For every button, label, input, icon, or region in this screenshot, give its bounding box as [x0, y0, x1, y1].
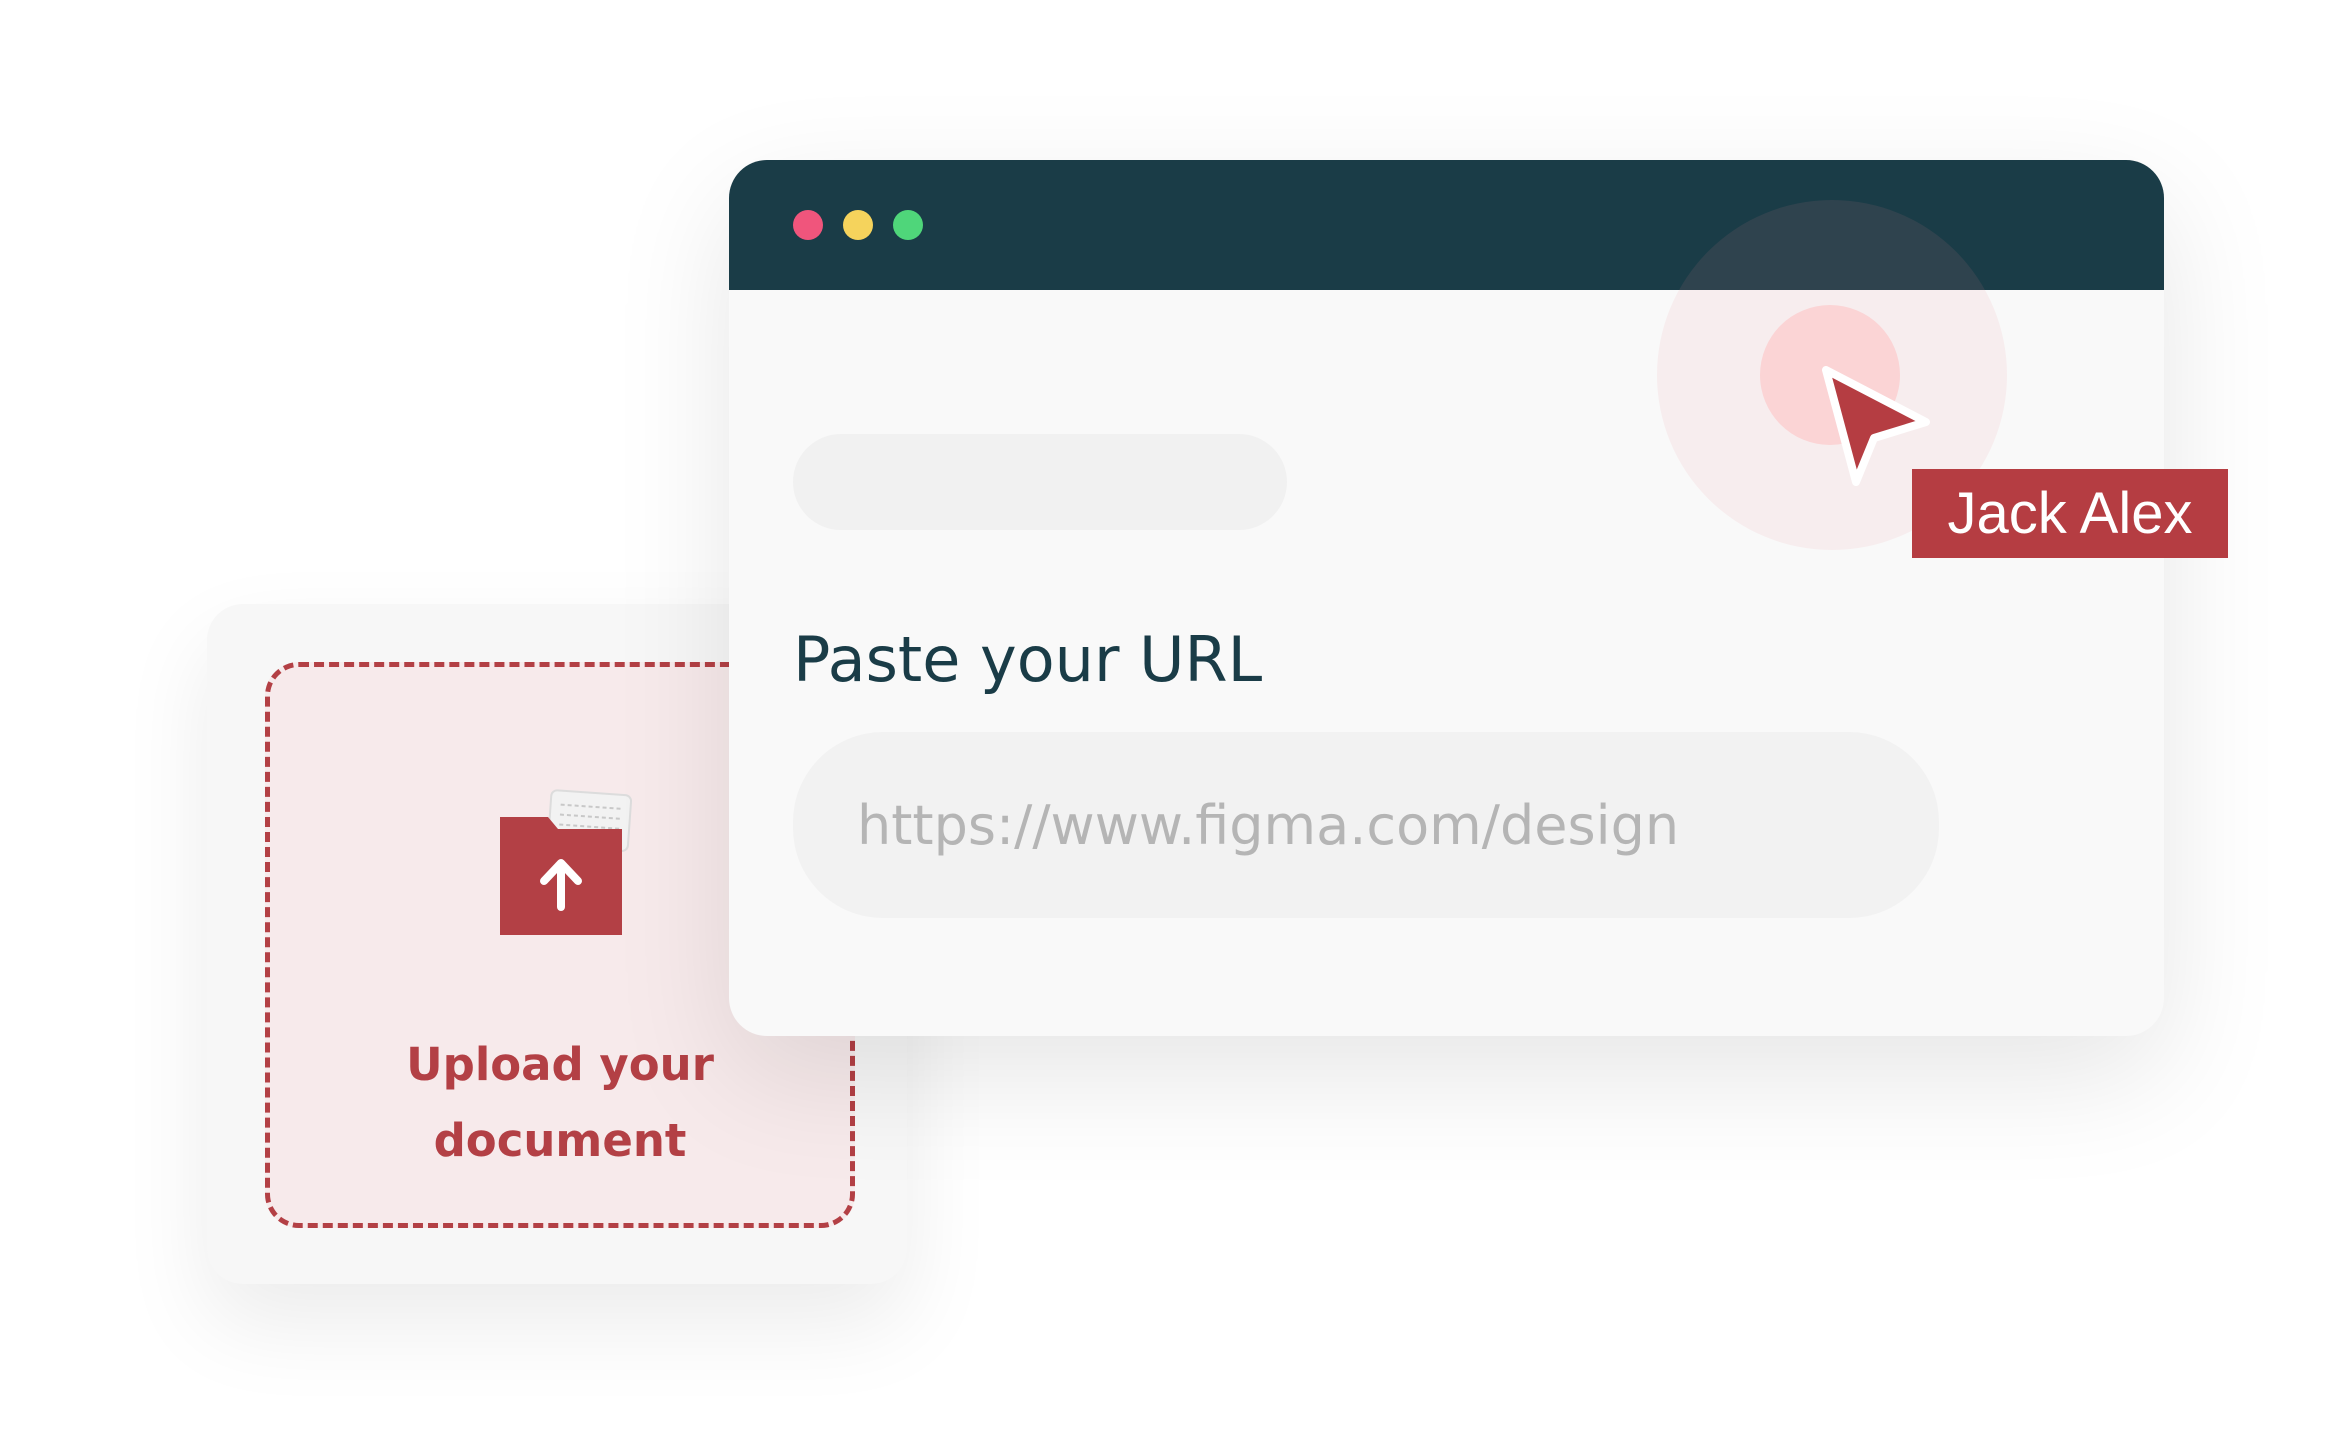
upload-label: Upload your document	[270, 1027, 850, 1179]
maximize-dot[interactable]	[893, 210, 923, 240]
page-heading: Paste your URL	[793, 623, 1263, 696]
folder-upload-icon	[500, 789, 633, 935]
minimize-dot[interactable]	[843, 210, 873, 240]
close-dot[interactable]	[793, 210, 823, 240]
upload-label-line2: document	[433, 1114, 687, 1167]
address-bar-placeholder	[793, 434, 1287, 530]
url-input[interactable]	[793, 732, 1939, 918]
upload-label-line1: Upload your	[406, 1038, 714, 1091]
collaborator-name-tag: Jack Alex	[1912, 469, 2228, 558]
